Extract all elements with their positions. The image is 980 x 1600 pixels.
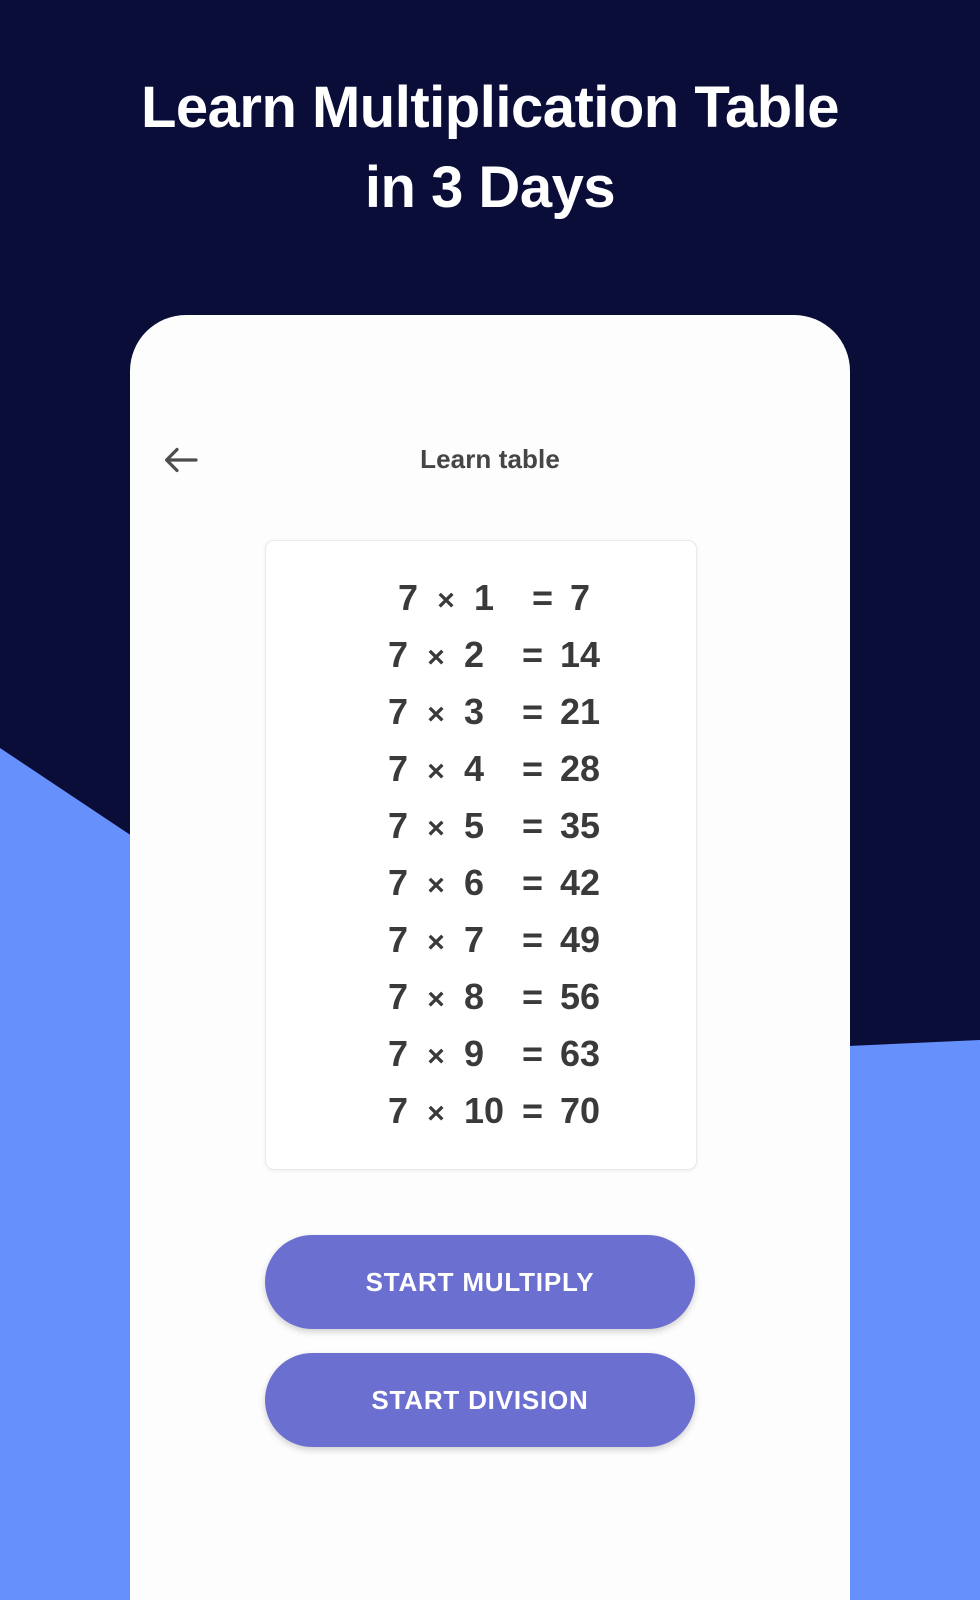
row-operand-b: 1 bbox=[473, 577, 495, 618]
row-result: 35 bbox=[559, 805, 601, 846]
row-operand-a: 7 bbox=[387, 919, 408, 960]
table-row: 7 × 7 = 49 bbox=[362, 911, 600, 968]
table-row: 7 × 10 = 70 bbox=[362, 1082, 600, 1139]
row-equals: = bbox=[521, 1033, 543, 1074]
row-operator: × bbox=[437, 584, 455, 617]
row-operator: × bbox=[427, 926, 445, 959]
phone-mockup: Learn table 7 × 1 = 7 7 × 2 = 14 7 × 3 = 21 7 × 4 = 28 7 × 5 = 3… bbox=[130, 315, 850, 1600]
row-operator: × bbox=[427, 1097, 445, 1130]
table-row: 7 × 2 = 14 bbox=[362, 626, 600, 683]
table-row: 7 × 5 = 35 bbox=[362, 797, 600, 854]
promo-headline: Learn Multiplication Table in 3 Days bbox=[0, 68, 980, 228]
row-operand-a: 7 bbox=[387, 748, 408, 789]
row-operand-b: 9 bbox=[463, 1033, 484, 1074]
row-equals: = bbox=[521, 748, 543, 789]
row-operator: × bbox=[427, 698, 445, 731]
row-result: 42 bbox=[559, 862, 601, 903]
row-operator: × bbox=[427, 755, 445, 788]
row-operand-b: 2 bbox=[463, 634, 484, 675]
table-row: 7 × 4 = 28 bbox=[362, 740, 600, 797]
row-operand-b: 10 bbox=[463, 1090, 505, 1131]
row-operator: × bbox=[427, 1040, 445, 1073]
row-result: 21 bbox=[559, 691, 601, 732]
row-operand-a: 7 bbox=[387, 634, 408, 675]
row-result: 28 bbox=[559, 748, 601, 789]
row-result: 14 bbox=[559, 634, 601, 675]
row-equals: = bbox=[521, 862, 543, 903]
row-equals: = bbox=[521, 919, 543, 960]
promo-headline-line-1: Learn Multiplication Table bbox=[140, 75, 840, 140]
promo-screenshot: Learn Multiplication Table in 3 Days Lea… bbox=[0, 0, 980, 1600]
row-operand-a: 7 bbox=[387, 976, 408, 1017]
row-result: 70 bbox=[559, 1090, 601, 1131]
row-result: 7 bbox=[569, 577, 591, 618]
row-result: 63 bbox=[559, 1033, 601, 1074]
row-operator: × bbox=[427, 983, 445, 1016]
row-operand-a: 7 bbox=[387, 862, 408, 903]
row-operand-b: 7 bbox=[463, 919, 484, 960]
row-operand-b: 3 bbox=[463, 691, 484, 732]
start-division-button[interactable]: START DIVISION bbox=[265, 1353, 695, 1447]
background-wedge-right bbox=[848, 1040, 980, 1600]
table-row: 7 × 3 = 21 bbox=[362, 683, 600, 740]
table-row: 7 × 1 = 7 bbox=[372, 569, 590, 626]
row-equals: = bbox=[531, 577, 554, 618]
row-equals: = bbox=[521, 691, 543, 732]
row-operand-a: 7 bbox=[397, 577, 418, 618]
promo-headline-line-2: in 3 Days bbox=[364, 155, 616, 221]
multiplication-table-card: 7 × 1 = 7 7 × 2 = 14 7 × 3 = 21 7 × 4 = 28 7 × 5 = 35 7 × 6 = 42 7 × 7 = 4… bbox=[265, 540, 697, 1170]
row-operand-b: 6 bbox=[463, 862, 484, 903]
row-operator: × bbox=[427, 812, 445, 845]
table-row: 7 × 8 = 56 bbox=[362, 968, 600, 1025]
row-operator: × bbox=[427, 641, 445, 674]
start-multiply-button[interactable]: START MULTIPLY bbox=[265, 1235, 695, 1329]
app-bar: Learn table bbox=[130, 420, 850, 498]
row-equals: = bbox=[521, 976, 543, 1017]
row-equals: = bbox=[521, 805, 543, 846]
row-operand-b: 4 bbox=[463, 748, 484, 789]
row-result: 49 bbox=[559, 919, 601, 960]
row-operand-b: 5 bbox=[463, 805, 484, 846]
multiplication-rows: 7 × 1 = 7 7 × 2 = 14 7 × 3 = 21 7 × 4 = 28 7 × 5 = 35 7 × 6 = 42 7 × 7 = 4… bbox=[266, 569, 696, 1139]
table-row: 7 × 6 = 42 bbox=[362, 854, 600, 911]
row-operand-a: 7 bbox=[387, 805, 408, 846]
row-operator: × bbox=[427, 869, 445, 902]
back-button[interactable] bbox=[155, 434, 207, 486]
row-operand-a: 7 bbox=[387, 1033, 408, 1074]
row-operand-a: 7 bbox=[387, 1090, 408, 1131]
table-row: 7 × 9 = 63 bbox=[362, 1025, 600, 1082]
row-equals: = bbox=[521, 634, 543, 675]
app-bar-title: Learn table bbox=[420, 443, 560, 474]
row-operand-b: 8 bbox=[463, 976, 484, 1017]
row-result: 56 bbox=[559, 976, 601, 1017]
arrow-left-icon bbox=[164, 445, 198, 475]
row-operand-a: 7 bbox=[387, 691, 408, 732]
row-equals: = bbox=[521, 1090, 543, 1131]
